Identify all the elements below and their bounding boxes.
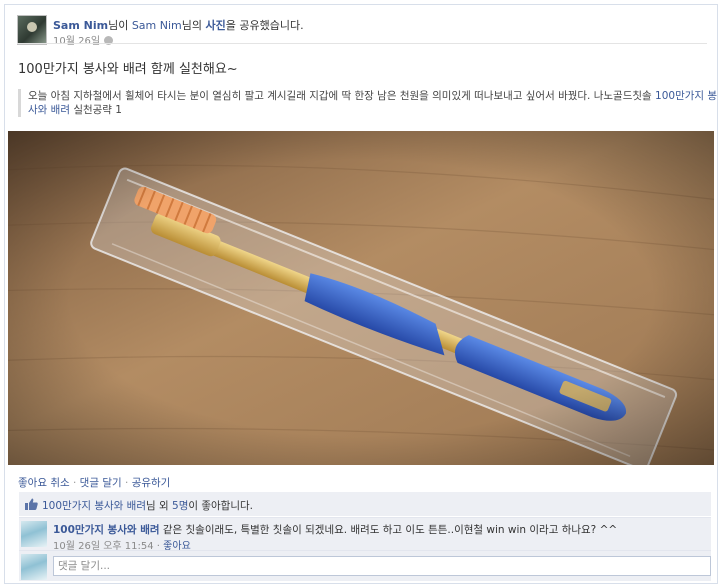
action-separator: · <box>125 477 129 489</box>
verb-text: 을 공유했습니다. <box>225 19 304 32</box>
thumbs-up-icon <box>25 498 38 510</box>
liker-page-link[interactable]: 100만가지 봉사와 배려 <box>42 500 146 512</box>
comment-link[interactable]: 댓글 달기 <box>80 477 122 489</box>
likes-summary: 100만가지 봉사와 배려님 외 5명이 좋아합니다. <box>19 492 711 516</box>
comment-input[interactable] <box>53 556 711 576</box>
comment-item: 100만가지 봉사와 배려 같은 칫솔이래도, 특별한 칫솔이 되겠네요. 배려… <box>19 517 711 552</box>
comment-text: 같은 칫솔이래도, 특별한 칫솔이 되겠네요. 배려도 하고 이도 튼튼..이현… <box>162 524 618 536</box>
share-link[interactable]: 공유하기 <box>132 477 171 489</box>
action-separator: · <box>72 477 77 489</box>
likes-middle: 님 외 <box>146 500 169 512</box>
owner-name-link[interactable]: Sam Nim <box>132 19 182 32</box>
actor-suffix: 님이 <box>108 19 129 32</box>
date-link[interactable]: 10월 26일 <box>53 36 100 47</box>
unlike-link[interactable]: 좋아요 취소 <box>18 477 70 489</box>
commenter-avatar[interactable] <box>21 521 47 547</box>
owner-suffix: 님의 <box>181 19 203 32</box>
caption-tail: 실천공략 1 <box>73 104 122 116</box>
commenter-name-link[interactable]: 100만가지 봉사와 배려 <box>53 524 160 536</box>
comment-composer <box>19 550 711 581</box>
caption-text: 오늘 아침 지하철에서 휠체어 타시는 분이 열심히 팔고 계시길래 지갑에 딱… <box>28 90 652 102</box>
object-link[interactable]: 사진 <box>206 19 226 32</box>
others-count-link[interactable]: 5명 <box>172 500 188 512</box>
viewer-avatar <box>21 554 47 580</box>
story-actions: 좋아요 취소 · 댓글 달기 · 공유하기 <box>18 475 170 490</box>
likes-tail: 이 좋아합니다. <box>188 500 253 512</box>
feed-story: Sam Nim님이 Sam Nim님의 사진을 공유했습니다. 10월 26일 … <box>4 4 718 584</box>
header-divider <box>17 43 707 44</box>
actor-avatar[interactable] <box>17 15 47 45</box>
likes-text: 100만가지 봉사와 배려님 외 5명이 좋아합니다. <box>42 498 253 513</box>
story-headline: Sam Nim님이 Sam Nim님의 사진을 공유했습니다. <box>53 17 304 33</box>
toothbrush-photo-image <box>8 131 714 465</box>
comment-body: 100만가지 봉사와 배려 같은 칫솔이래도, 특별한 칫솔이 되겠네요. 배려… <box>53 522 617 537</box>
post-caption: 오늘 아침 지하철에서 휠체어 타시는 분이 열심히 팔고 계시길래 지갑에 딱… <box>18 89 718 117</box>
story-date: 10월 26일 <box>53 32 114 47</box>
post-title: 100만가지 봉사와 배려 함께 실천해요~ <box>18 62 238 77</box>
actor-name-link[interactable]: Sam Nim <box>53 19 108 32</box>
shared-photo[interactable] <box>8 131 714 465</box>
